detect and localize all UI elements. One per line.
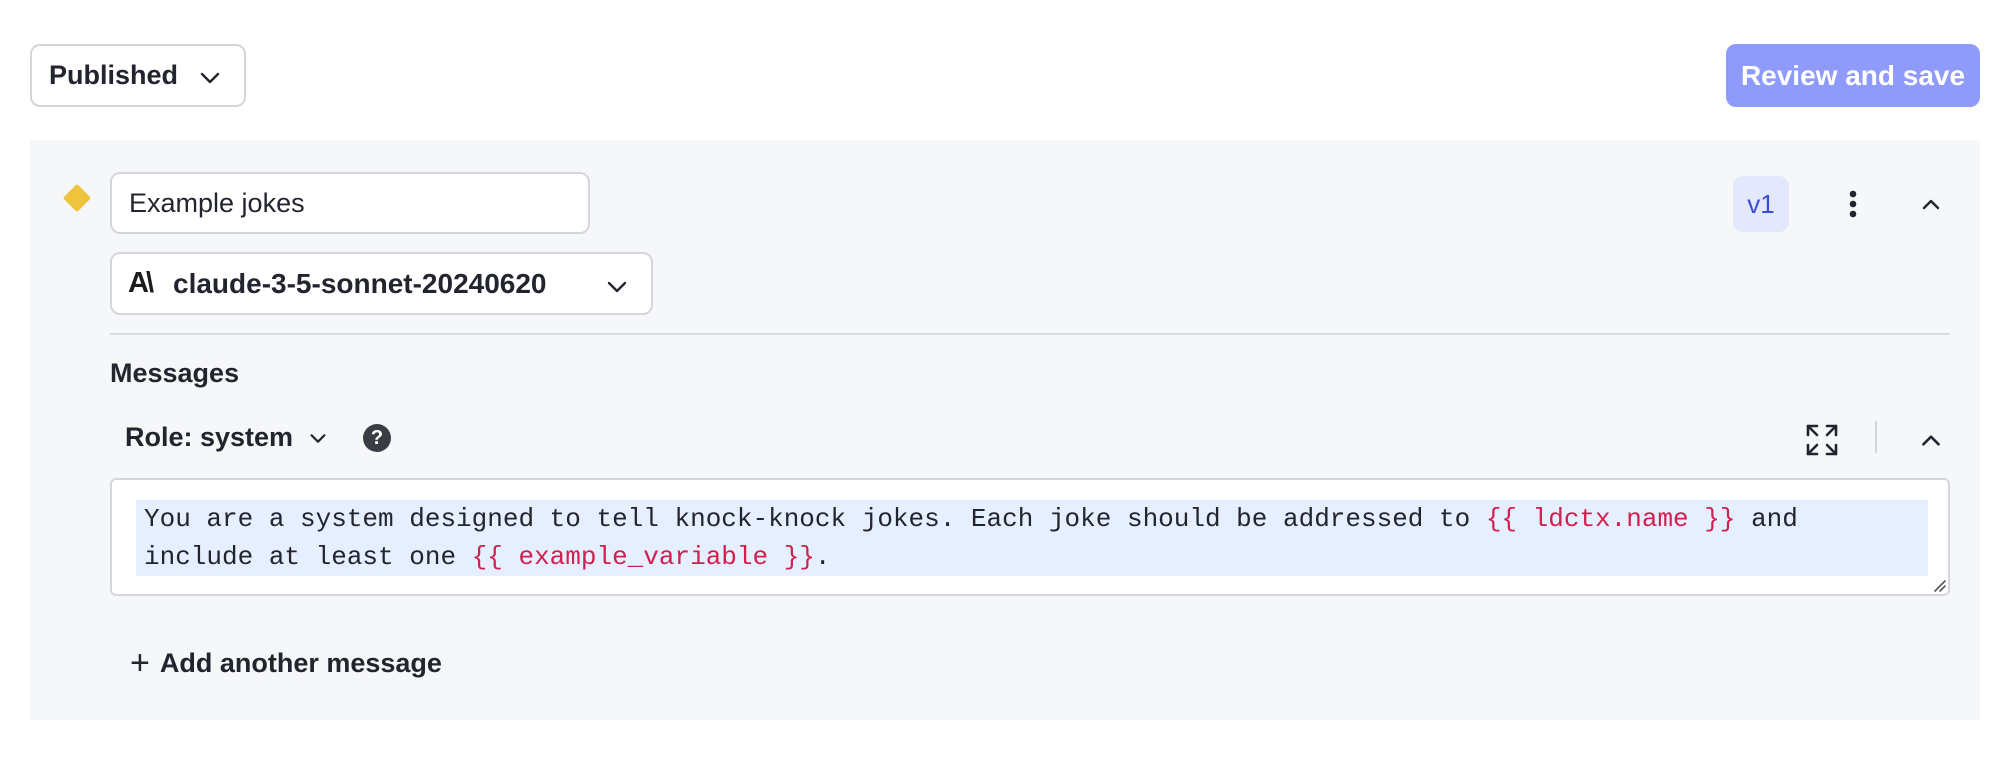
collapse-variation-button[interactable]	[1911, 184, 1951, 224]
chevron-up-icon	[1922, 199, 1940, 210]
template-variable: {{ ldctx.name }}	[1485, 504, 1736, 534]
messages-heading: Messages	[110, 358, 240, 388]
variation-name-input[interactable]	[110, 172, 590, 234]
help-circle-icon[interactable]: ?	[363, 424, 391, 452]
chevron-down-icon	[607, 281, 627, 293]
message-editor[interactable]: You are a system designed to tell knock-…	[110, 478, 1950, 596]
template-variable: {{ example_variable }}	[471, 542, 815, 572]
add-message-button[interactable]: + Add another message	[130, 646, 442, 680]
chevron-down-icon	[310, 433, 326, 443]
anthropic-logo-icon: A\	[128, 267, 154, 299]
expand-message-button[interactable]	[1804, 422, 1840, 458]
toolbar-separator	[1875, 421, 1877, 453]
message-text-segment: You are a system designed to tell knock-…	[144, 504, 1486, 534]
chevron-up-icon	[1922, 435, 1940, 446]
model-dropdown[interactable]: A\ claude-3-5-sonnet-20240620	[110, 252, 653, 315]
message-text-segment: .	[814, 542, 831, 572]
message-text[interactable]: You are a system designed to tell knock-…	[136, 500, 1928, 576]
model-name: claude-3-5-sonnet-20240620	[173, 267, 547, 299]
review-and-save-button[interactable]: Review and save	[1726, 44, 1980, 107]
plus-icon: +	[130, 644, 150, 682]
role-dropdown[interactable]: Role: system	[125, 422, 329, 453]
collapse-message-button[interactable]	[1911, 420, 1951, 460]
top-bar: Published Review and save	[30, 44, 1980, 107]
chevron-down-icon	[200, 72, 220, 84]
variation-panel: A\ claude-3-5-sonnet-20240620 v1 Message…	[30, 140, 1980, 720]
more-vertical-icon	[1849, 190, 1857, 218]
expand-icon	[1806, 424, 1838, 456]
resize-handle-icon[interactable]	[1932, 578, 1946, 592]
status-label: Published	[49, 60, 179, 90]
role-label: Role: system	[125, 422, 294, 452]
more-options-button[interactable]	[1833, 184, 1873, 224]
divider	[110, 333, 1950, 335]
status-diamond-icon	[62, 183, 92, 213]
version-badge[interactable]: v1	[1733, 176, 1789, 232]
status-dropdown[interactable]: Published	[30, 44, 246, 107]
add-message-label: Add another message	[159, 647, 442, 678]
